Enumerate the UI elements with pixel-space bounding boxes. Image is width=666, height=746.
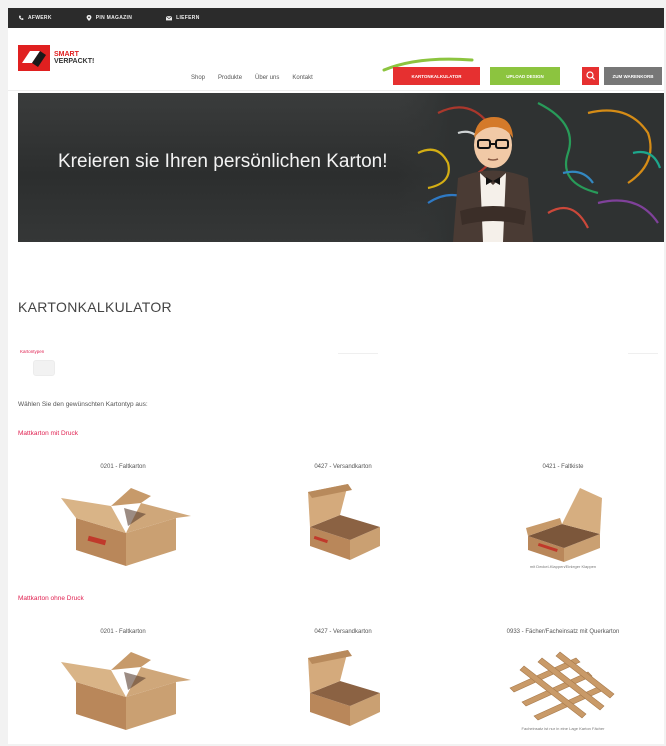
phone-icon bbox=[19, 15, 24, 20]
product-label[interactable]: 0421 - Faltkiste bbox=[478, 464, 648, 470]
nav-item-kontakt[interactable]: Kontakt bbox=[292, 75, 312, 81]
product-label[interactable]: 0933 - Fächer/Facheinsatz mit Querkarton bbox=[478, 629, 648, 635]
faltkarton-plain-image[interactable] bbox=[56, 642, 196, 732]
product-caption: Facheinsatz ist nur in eine Lage Karton … bbox=[521, 726, 605, 731]
product-label[interactable]: 0427 - Versandkarton bbox=[258, 464, 428, 470]
location-icon bbox=[86, 15, 92, 21]
topbar-item-location[interactable]: PIN MAGAZIN bbox=[86, 15, 132, 21]
divider bbox=[338, 353, 378, 354]
page-frame: AFWERK PIN MAGAZIN LIEFERN SMART VERPACK… bbox=[8, 8, 664, 744]
product-label[interactable]: 0201 - Faltkarton bbox=[38, 464, 208, 470]
intro-text: Wählen Sie den gewünschten Kartontyp aus… bbox=[18, 401, 148, 408]
product-caption: mit Deckel-Klappen/Einleger Klappen bbox=[529, 564, 597, 569]
topbar-item-mail[interactable]: LIEFERN bbox=[166, 15, 200, 21]
topbar-label: LIEFERN bbox=[176, 15, 200, 21]
logo-mark-icon bbox=[18, 45, 50, 71]
divider bbox=[628, 353, 658, 354]
topbar-item-phone[interactable]: AFWERK bbox=[18, 15, 52, 21]
category-label: Mattkarton ohne Druck bbox=[18, 595, 84, 602]
nav-item-shop[interactable]: Shop bbox=[191, 75, 205, 81]
hero-headline: Kreieren sie Ihren persönlichen Karton! bbox=[58, 151, 388, 172]
kartonkalkulator-button[interactable]: KARTONKALKULATOR bbox=[393, 67, 480, 85]
kartontypen-toggle[interactable] bbox=[33, 360, 55, 376]
versandkarton-plain-image[interactable] bbox=[300, 648, 386, 728]
site-logo[interactable]: SMART VERPACKT! bbox=[18, 45, 94, 71]
top-bar: AFWERK PIN MAGAZIN LIEFERN bbox=[8, 8, 664, 28]
kartontypen-label: Kartontypen bbox=[20, 349, 45, 354]
search-icon bbox=[586, 71, 595, 80]
versandkarton-image[interactable] bbox=[300, 482, 386, 562]
category-label: Mattkarton mit Druck bbox=[18, 430, 78, 437]
faltkiste-image[interactable] bbox=[520, 484, 606, 564]
product-label[interactable]: 0427 - Versandkarton bbox=[258, 629, 428, 635]
upload-design-button[interactable]: UPLOAD DESIGN bbox=[490, 67, 560, 85]
logo-text-top: SMART bbox=[54, 51, 79, 58]
cart-button[interactable]: ZUM WARENKORB bbox=[604, 67, 662, 85]
nav-item-produkte[interactable]: Produkte bbox=[218, 75, 242, 81]
logo-text-bottom: VERPACKT! bbox=[54, 58, 95, 65]
page-title: KARTONKALKULATOR bbox=[18, 299, 172, 315]
hero-banner: Kreieren sie Ihren persönlichen Karton! bbox=[18, 93, 664, 242]
topbar-label: AFWERK bbox=[28, 15, 52, 21]
main-nav: Shop Produkte Über uns Kontakt bbox=[191, 75, 313, 81]
search-button[interactable] bbox=[582, 67, 599, 85]
facheinsatz-image[interactable] bbox=[506, 648, 618, 724]
nav-item-ueber-uns[interactable]: Über uns bbox=[255, 75, 279, 81]
mail-icon bbox=[166, 15, 173, 21]
faltkarton-image[interactable] bbox=[56, 478, 196, 568]
topbar-label: PIN MAGAZIN bbox=[95, 15, 133, 21]
product-label[interactable]: 0201 - Faltkarton bbox=[38, 629, 208, 635]
hero-boy-chalkboard-image bbox=[398, 93, 664, 242]
site-header: SMART VERPACKT! Shop Produkte Über uns K… bbox=[8, 28, 664, 91]
